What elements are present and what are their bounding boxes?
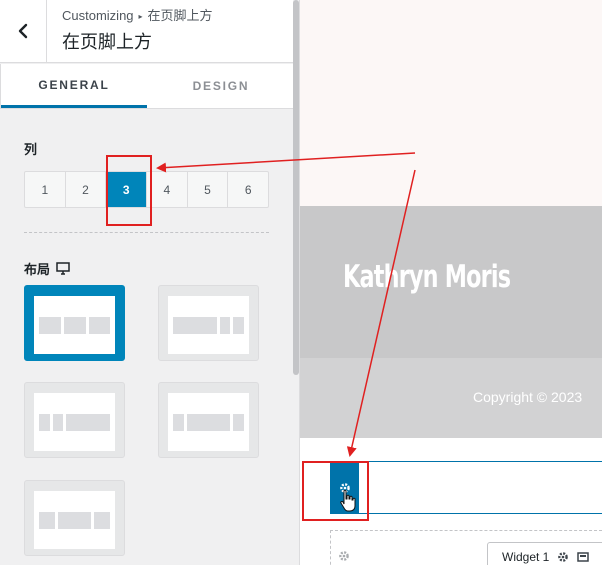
column-option-2[interactable]: 2	[66, 172, 107, 207]
layout-option-wide-left[interactable]	[158, 285, 259, 361]
column-option-3[interactable]: 3	[106, 172, 148, 207]
layout-block	[173, 413, 184, 431]
layout-block	[88, 316, 110, 334]
layout-option-wide-center-right[interactable]	[158, 382, 259, 458]
section-header: Customizing ▸ 在页脚上方 在页脚上方	[0, 0, 293, 63]
back-button[interactable]	[0, 0, 47, 62]
layout-block	[39, 511, 55, 529]
layout-preview	[34, 296, 115, 354]
layout-label: 布局	[24, 259, 70, 278]
copyright-text: Copyright © 2023	[473, 389, 583, 405]
layout-block	[233, 316, 244, 334]
layout-preview	[168, 296, 249, 354]
widget-item[interactable]: Widget 1	[487, 542, 602, 565]
layout-block	[66, 413, 110, 431]
column-option-4[interactable]: 4	[147, 172, 188, 207]
layout-option-equal[interactable]	[24, 285, 125, 361]
layout-option-wide-center[interactable]	[24, 480, 125, 556]
tab-bar: GENERAL DESIGN	[0, 64, 293, 109]
preview-content-area	[300, 0, 602, 206]
layout-preview	[34, 393, 115, 451]
layout-block	[64, 316, 86, 334]
tab-design[interactable]: DESIGN	[148, 64, 294, 108]
column-option-6[interactable]: 6	[228, 172, 268, 207]
page-title: 在页脚上方	[62, 32, 152, 52]
layout-block	[52, 413, 64, 431]
breadcrumb-current: 在页脚上方	[147, 8, 213, 23]
breadcrumb-root: Customizing	[62, 8, 134, 23]
gear-icon	[339, 482, 350, 493]
layout-preview	[168, 393, 249, 451]
layout-option-wide-right[interactable]	[24, 382, 125, 458]
breadcrumb: Customizing ▸ 在页脚上方	[62, 5, 213, 24]
layout-block	[186, 413, 231, 431]
scrollbar[interactable]	[293, 0, 299, 375]
desktop-icon[interactable]	[56, 262, 70, 275]
layout-preview	[34, 491, 115, 549]
site-title[interactable]: Kathryn Moris	[343, 259, 511, 295]
chevron-left-icon	[18, 23, 28, 39]
gear-icon[interactable]	[557, 551, 569, 563]
layout-block	[173, 316, 217, 334]
widget-label: Widget 1	[502, 550, 550, 564]
layout-block	[233, 413, 244, 431]
above-footer-row[interactable]	[330, 461, 602, 514]
breadcrumb-separator-icon: ▸	[138, 12, 143, 21]
site-preview: Kathryn Moris Copyright © 2023 Widget 1	[300, 0, 602, 565]
layout-block	[57, 511, 92, 529]
column-option-1[interactable]: 1	[25, 172, 66, 207]
layout-label-text: 布局	[24, 262, 51, 277]
tab-general[interactable]: GENERAL	[1, 64, 147, 108]
layout-block	[39, 413, 50, 431]
row-settings-button[interactable]	[330, 461, 359, 514]
widget-type-icon[interactable]	[577, 551, 590, 563]
divider	[24, 232, 269, 233]
customizer-sidebar: Customizing ▸ 在页脚上方 在页脚上方 GENERAL DESIGN 列…	[0, 0, 300, 565]
column-option-5[interactable]: 5	[188, 172, 229, 207]
columns-selector: 1 2 3 4 5 6	[24, 171, 269, 208]
layout-block	[94, 511, 110, 529]
layout-block	[39, 316, 62, 334]
gear-icon[interactable]	[338, 550, 350, 562]
columns-label: 列	[24, 142, 38, 157]
layout-block	[219, 316, 231, 334]
